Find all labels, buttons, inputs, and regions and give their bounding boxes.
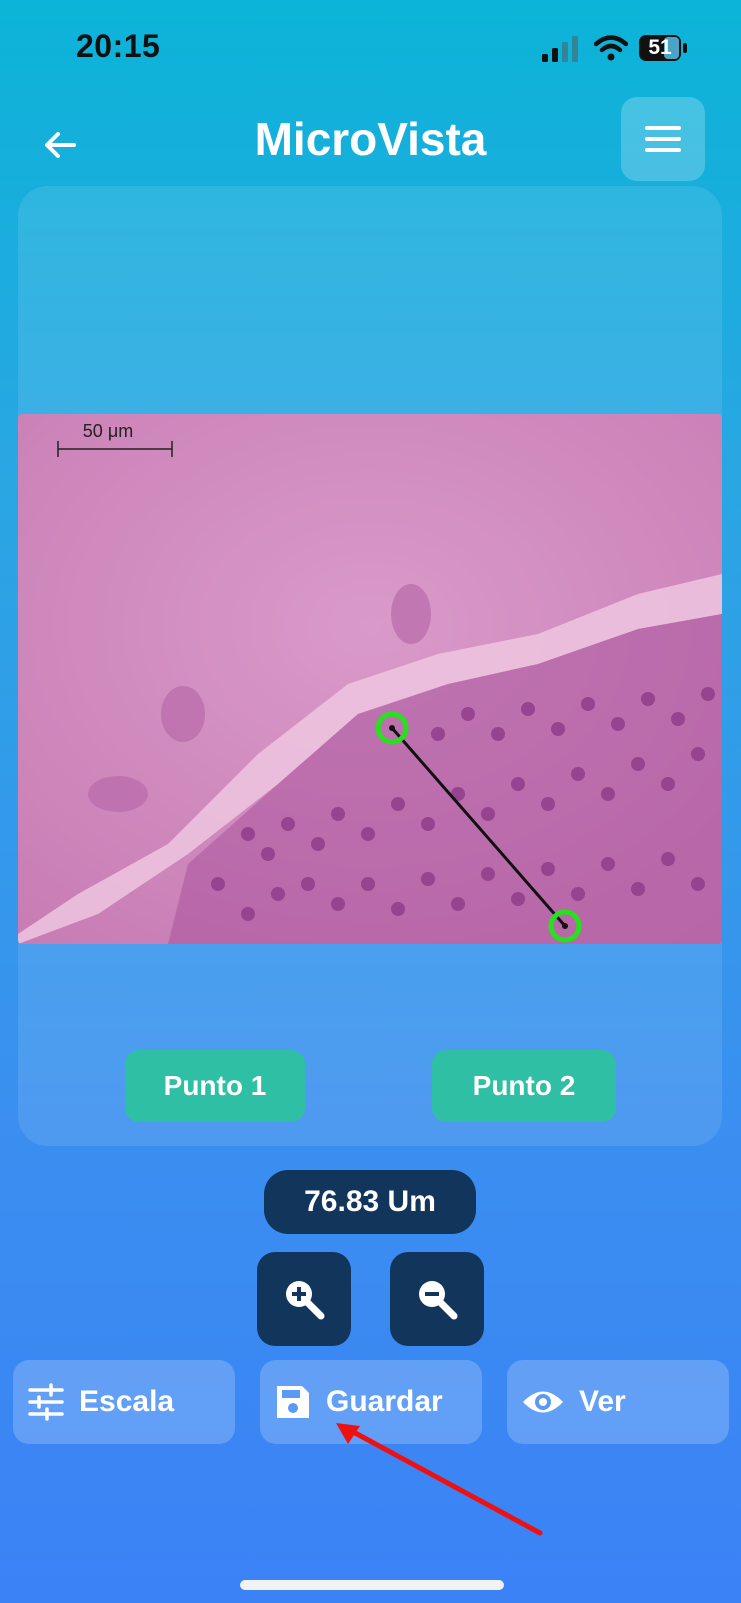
point-1-button[interactable]: Punto 1: [125, 1050, 305, 1122]
save-icon: [277, 1386, 309, 1418]
microscope-image[interactable]: 50 μm: [18, 414, 722, 944]
status-time: 20:15: [76, 28, 161, 64]
eye-icon: [523, 1391, 563, 1413]
home-indicator[interactable]: [240, 1580, 504, 1590]
battery-icon: 51: [638, 34, 688, 62]
menu-button[interactable]: [621, 97, 705, 181]
zoom-in-icon: [286, 1281, 325, 1320]
scale-button[interactable]: Escala: [13, 1360, 235, 1444]
battery-level: 51: [648, 36, 672, 59]
view-button-label: Ver: [579, 1385, 626, 1418]
measurement-readout: 76.83 Um: [264, 1170, 476, 1234]
cellular-signal-icon: [542, 36, 578, 62]
zoom-in-button[interactable]: [257, 1252, 351, 1346]
scale-button-label: Escala: [79, 1385, 175, 1418]
scale-bar-label: 50 μm: [83, 421, 133, 441]
save-button-label: Guardar: [326, 1385, 443, 1418]
wifi-icon: [594, 35, 628, 61]
point-2-button[interactable]: Punto 2: [432, 1050, 616, 1122]
annotation-arrow: [336, 1423, 543, 1536]
zoom-out-icon: [419, 1281, 458, 1320]
tune-icon: [28, 1383, 64, 1421]
zoom-out-button[interactable]: [390, 1252, 484, 1346]
